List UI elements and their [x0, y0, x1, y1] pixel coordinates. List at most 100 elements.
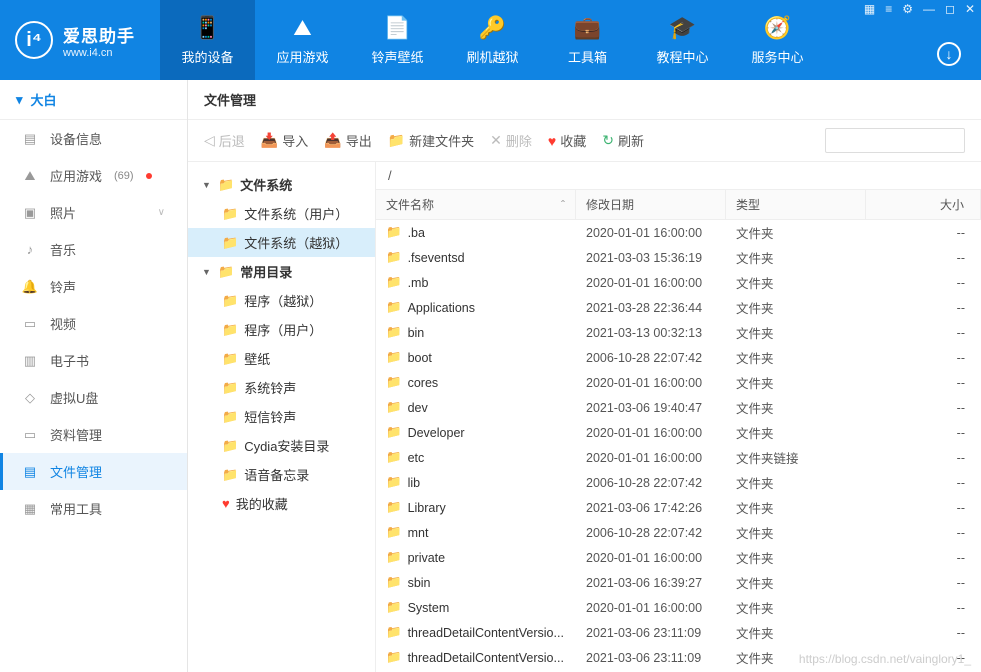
file-name: Library	[408, 501, 446, 515]
file-date: 2021-03-06 16:39:27	[576, 576, 726, 590]
new-folder-button[interactable]: 📁新建文件夹	[388, 131, 474, 150]
sidebar-item-10[interactable]: ▦常用工具	[0, 490, 187, 527]
sidebar-label: 虚拟U盘	[50, 388, 98, 407]
app-header: i⁴ 爱思助手 www.i4.cn 📱我的设备⛰应用游戏📄铃声壁纸🔑刷机越狱💼工…	[0, 0, 981, 80]
sidebar-item-7[interactable]: ◇虚拟U盘	[0, 379, 187, 416]
file-name: mnt	[408, 526, 429, 540]
sidebar-item-0[interactable]: ▤设备信息	[0, 120, 187, 157]
file-type: 文件夹	[726, 323, 866, 342]
win-ctrl-5[interactable]: ✕	[965, 2, 975, 16]
table-row[interactable]: 📁bin2021-03-13 00:32:13文件夹--	[376, 320, 981, 345]
table-row[interactable]: 📁cores2020-01-01 16:00:00文件夹--	[376, 370, 981, 395]
table-row[interactable]: 📁threadDetailContentVersio...2021-03-06 …	[376, 620, 981, 645]
file-type: 文件夹	[726, 398, 866, 417]
file-size: --	[866, 226, 981, 240]
win-ctrl-3[interactable]: —	[923, 2, 935, 16]
sidebar-item-6[interactable]: ▥电子书	[0, 342, 187, 379]
top-tab-4[interactable]: 💼工具箱	[540, 0, 635, 80]
delete-button[interactable]: ✕删除	[490, 131, 532, 150]
sidebar-item-9[interactable]: ▤文件管理	[0, 453, 187, 490]
sidebar-item-1[interactable]: ⛰应用游戏(69)	[0, 157, 187, 194]
folder-icon: 📁	[386, 625, 402, 640]
column-type[interactable]: 类型	[726, 190, 866, 219]
file-date: 2006-10-28 22:07:42	[576, 351, 726, 365]
search-input[interactable]	[825, 128, 965, 153]
file-name: .mb	[408, 276, 429, 290]
table-row[interactable]: 📁private2020-01-01 16:00:00文件夹--	[376, 545, 981, 570]
win-ctrl-1[interactable]: ≡	[885, 2, 892, 16]
folder-icon: 📁	[386, 325, 402, 340]
table-row[interactable]: 📁Applications2021-03-28 22:36:44文件夹--	[376, 295, 981, 320]
sidebar-item-4[interactable]: 🔔铃声	[0, 268, 187, 305]
win-ctrl-0[interactable]: ▦	[864, 2, 875, 16]
tree-item[interactable]: 📁Cydia安装目录	[188, 431, 375, 460]
win-ctrl-4[interactable]: ◻	[945, 2, 955, 16]
top-tab-1[interactable]: ⛰应用游戏	[255, 0, 350, 80]
file-name: .fseventsd	[408, 251, 465, 265]
sidebar-item-8[interactable]: ▭资料管理	[0, 416, 187, 453]
sidebar-icon: ♪	[22, 242, 38, 257]
sidebar-item-5[interactable]: ▭视频	[0, 305, 187, 342]
file-name: sbin	[408, 576, 431, 590]
path-bar[interactable]: /	[376, 162, 981, 190]
column-size[interactable]: 大小	[866, 190, 981, 219]
tree-item[interactable]: ♥我的收藏	[188, 489, 375, 518]
table-row[interactable]: 📁lib2006-10-28 22:07:42文件夹--	[376, 470, 981, 495]
table-row[interactable]: 📁Library2021-03-06 17:42:26文件夹--	[376, 495, 981, 520]
file-name: threadDetailContentVersio...	[408, 651, 564, 665]
file-size: --	[866, 426, 981, 440]
tab-label: 服务中心	[751, 47, 803, 66]
sidebar-item-3[interactable]: ♪音乐	[0, 231, 187, 268]
file-area: / 文件名称ˆ 修改日期 类型 大小 📁.ba2020-01-01 16:00:…	[376, 162, 981, 672]
table-row[interactable]: 📁etc2020-01-01 16:00:00文件夹链接--	[376, 445, 981, 470]
table-row[interactable]: 📁.ba2020-01-01 16:00:00文件夹--	[376, 220, 981, 245]
top-tab-2[interactable]: 📄铃声壁纸	[350, 0, 445, 80]
folder-icon: 📁	[386, 275, 402, 290]
tree-label: 语音备忘录	[244, 465, 309, 484]
table-row[interactable]: 📁.mb2020-01-01 16:00:00文件夹--	[376, 270, 981, 295]
file-name: private	[408, 551, 446, 565]
top-tab-6[interactable]: 🧭服务中心	[730, 0, 825, 80]
tree-item[interactable]: ▼📁常用目录	[188, 257, 375, 286]
export-button[interactable]: 📤导出	[324, 131, 371, 150]
file-date: 2006-10-28 22:07:42	[576, 526, 726, 540]
tree-item[interactable]: 📁文件系统（越狱）	[188, 228, 375, 257]
tree-label: 系统铃声	[244, 378, 296, 397]
table-row[interactable]: 📁sbin2021-03-06 16:39:27文件夹--	[376, 570, 981, 595]
win-ctrl-2[interactable]: ⚙	[902, 2, 913, 16]
top-tab-0[interactable]: 📱我的设备	[160, 0, 255, 80]
logo-icon: i⁴	[15, 21, 53, 59]
tree-item[interactable]: 📁程序（越狱）	[188, 286, 375, 315]
folder-icon: 📁	[222, 351, 238, 367]
folder-icon: 📁	[222, 206, 238, 222]
favorite-button[interactable]: ♥收藏	[548, 131, 586, 150]
table-row[interactable]: 📁dev2021-03-06 19:40:47文件夹--	[376, 395, 981, 420]
table-row[interactable]: 📁Developer2020-01-01 16:00:00文件夹--	[376, 420, 981, 445]
tree-item[interactable]: 📁语音备忘录	[188, 460, 375, 489]
tree-item[interactable]: 📁系统铃声	[188, 373, 375, 402]
refresh-button[interactable]: ↻刷新	[602, 131, 644, 150]
import-icon: 📥	[261, 132, 278, 149]
download-button[interactable]: ↓	[937, 42, 961, 66]
table-row[interactable]: 📁System2020-01-01 16:00:00文件夹--	[376, 595, 981, 620]
table-header: 文件名称ˆ 修改日期 类型 大小	[376, 190, 981, 220]
sidebar-item-2[interactable]: ▣照片∨	[0, 194, 187, 231]
tree-item[interactable]: 📁壁纸	[188, 344, 375, 373]
table-row[interactable]: 📁.fseventsd2021-03-03 15:36:19文件夹--	[376, 245, 981, 270]
tree-item[interactable]: ▼📁文件系统	[188, 170, 375, 199]
tree-item[interactable]: 📁程序（用户）	[188, 315, 375, 344]
top-tab-3[interactable]: 🔑刷机越狱	[445, 0, 540, 80]
folder-icon: 📁	[386, 500, 402, 515]
table-row[interactable]: 📁mnt2006-10-28 22:07:42文件夹--	[376, 520, 981, 545]
table-row[interactable]: 📁boot2006-10-28 22:07:42文件夹--	[376, 345, 981, 370]
tree-item[interactable]: 📁短信铃声	[188, 402, 375, 431]
tree-item[interactable]: 📁文件系统（用户）	[188, 199, 375, 228]
top-tab-5[interactable]: 🎓教程中心	[635, 0, 730, 80]
tree-label: 短信铃声	[244, 407, 296, 426]
import-button[interactable]: 📥导入	[261, 131, 308, 150]
sidebar-label: 照片	[50, 203, 76, 222]
back-button[interactable]: ◁后退	[204, 131, 245, 150]
column-date[interactable]: 修改日期	[576, 190, 726, 219]
device-name-header[interactable]: ▾ 大白	[0, 80, 187, 120]
column-name[interactable]: 文件名称ˆ	[376, 190, 576, 219]
